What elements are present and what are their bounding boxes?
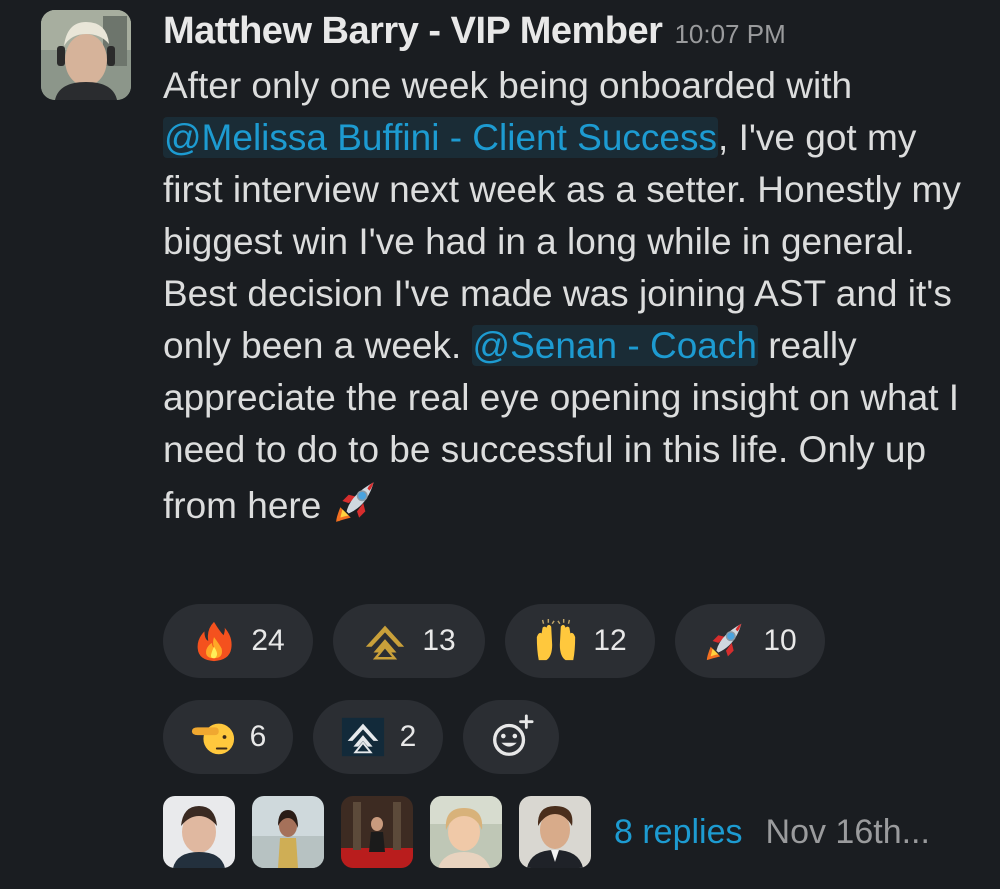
author-name[interactable]: Matthew Barry - VIP Member <box>163 10 663 53</box>
last-reply-date: Nov 16th... <box>765 812 930 851</box>
author-avatar[interactable] <box>41 10 131 100</box>
reaction-count: 13 <box>422 624 456 657</box>
replier-avatar <box>252 796 324 868</box>
reaction-ast-gold[interactable]: 13 <box>333 604 485 678</box>
reaction-fire[interactable]: 24 <box>163 604 313 678</box>
ast-gold-logo-icon <box>366 625 405 660</box>
fire-icon <box>197 621 232 662</box>
add-reaction-icon <box>493 714 534 756</box>
saluting-face-icon <box>191 723 234 755</box>
raised-hands-icon <box>537 618 576 661</box>
reaction-count: 10 <box>763 624 797 657</box>
message-header: Matthew Barry - VIP Member 10:07 PM <box>163 10 973 62</box>
replier-avatar <box>163 796 235 868</box>
reaction-count: 12 <box>593 624 627 657</box>
reaction-raised-hands[interactable]: 12 <box>505 604 655 678</box>
reactions-row: 24 13 12 10 <box>163 604 993 678</box>
replier-avatar <box>341 796 413 868</box>
replier-avatar <box>430 796 502 868</box>
mention-senan[interactable]: @Senan - Coach <box>471 325 758 366</box>
reaction-count: 6 <box>249 720 267 753</box>
reaction-saluting-face[interactable]: 6 <box>163 700 293 774</box>
reaction-rocket[interactable]: 10 <box>675 604 825 678</box>
message-timestamp[interactable]: 10:07 PM <box>674 19 785 50</box>
ast-dark-logo-icon <box>341 717 384 757</box>
rocket-icon <box>707 623 742 661</box>
reaction-count: 2 <box>399 720 417 753</box>
add-reaction-button[interactable] <box>463 700 559 774</box>
reactions-row: 6 2 <box>163 700 993 774</box>
replier-avatar <box>519 796 591 868</box>
replies-link[interactable]: 8 replies <box>614 813 743 852</box>
mention-melissa[interactable]: @Melissa Buffini - Client Success <box>163 117 719 158</box>
message-text-part: After only one week being onboarded with <box>163 65 853 106</box>
rocket-icon <box>335 482 374 522</box>
message-body: After only one week being onboarded with… <box>163 60 963 532</box>
reaction-ast-dark[interactable]: 2 <box>313 700 443 774</box>
thread-summary[interactable]: 8 replies Nov 16th... <box>163 796 930 868</box>
reaction-count: 24 <box>251 624 285 657</box>
